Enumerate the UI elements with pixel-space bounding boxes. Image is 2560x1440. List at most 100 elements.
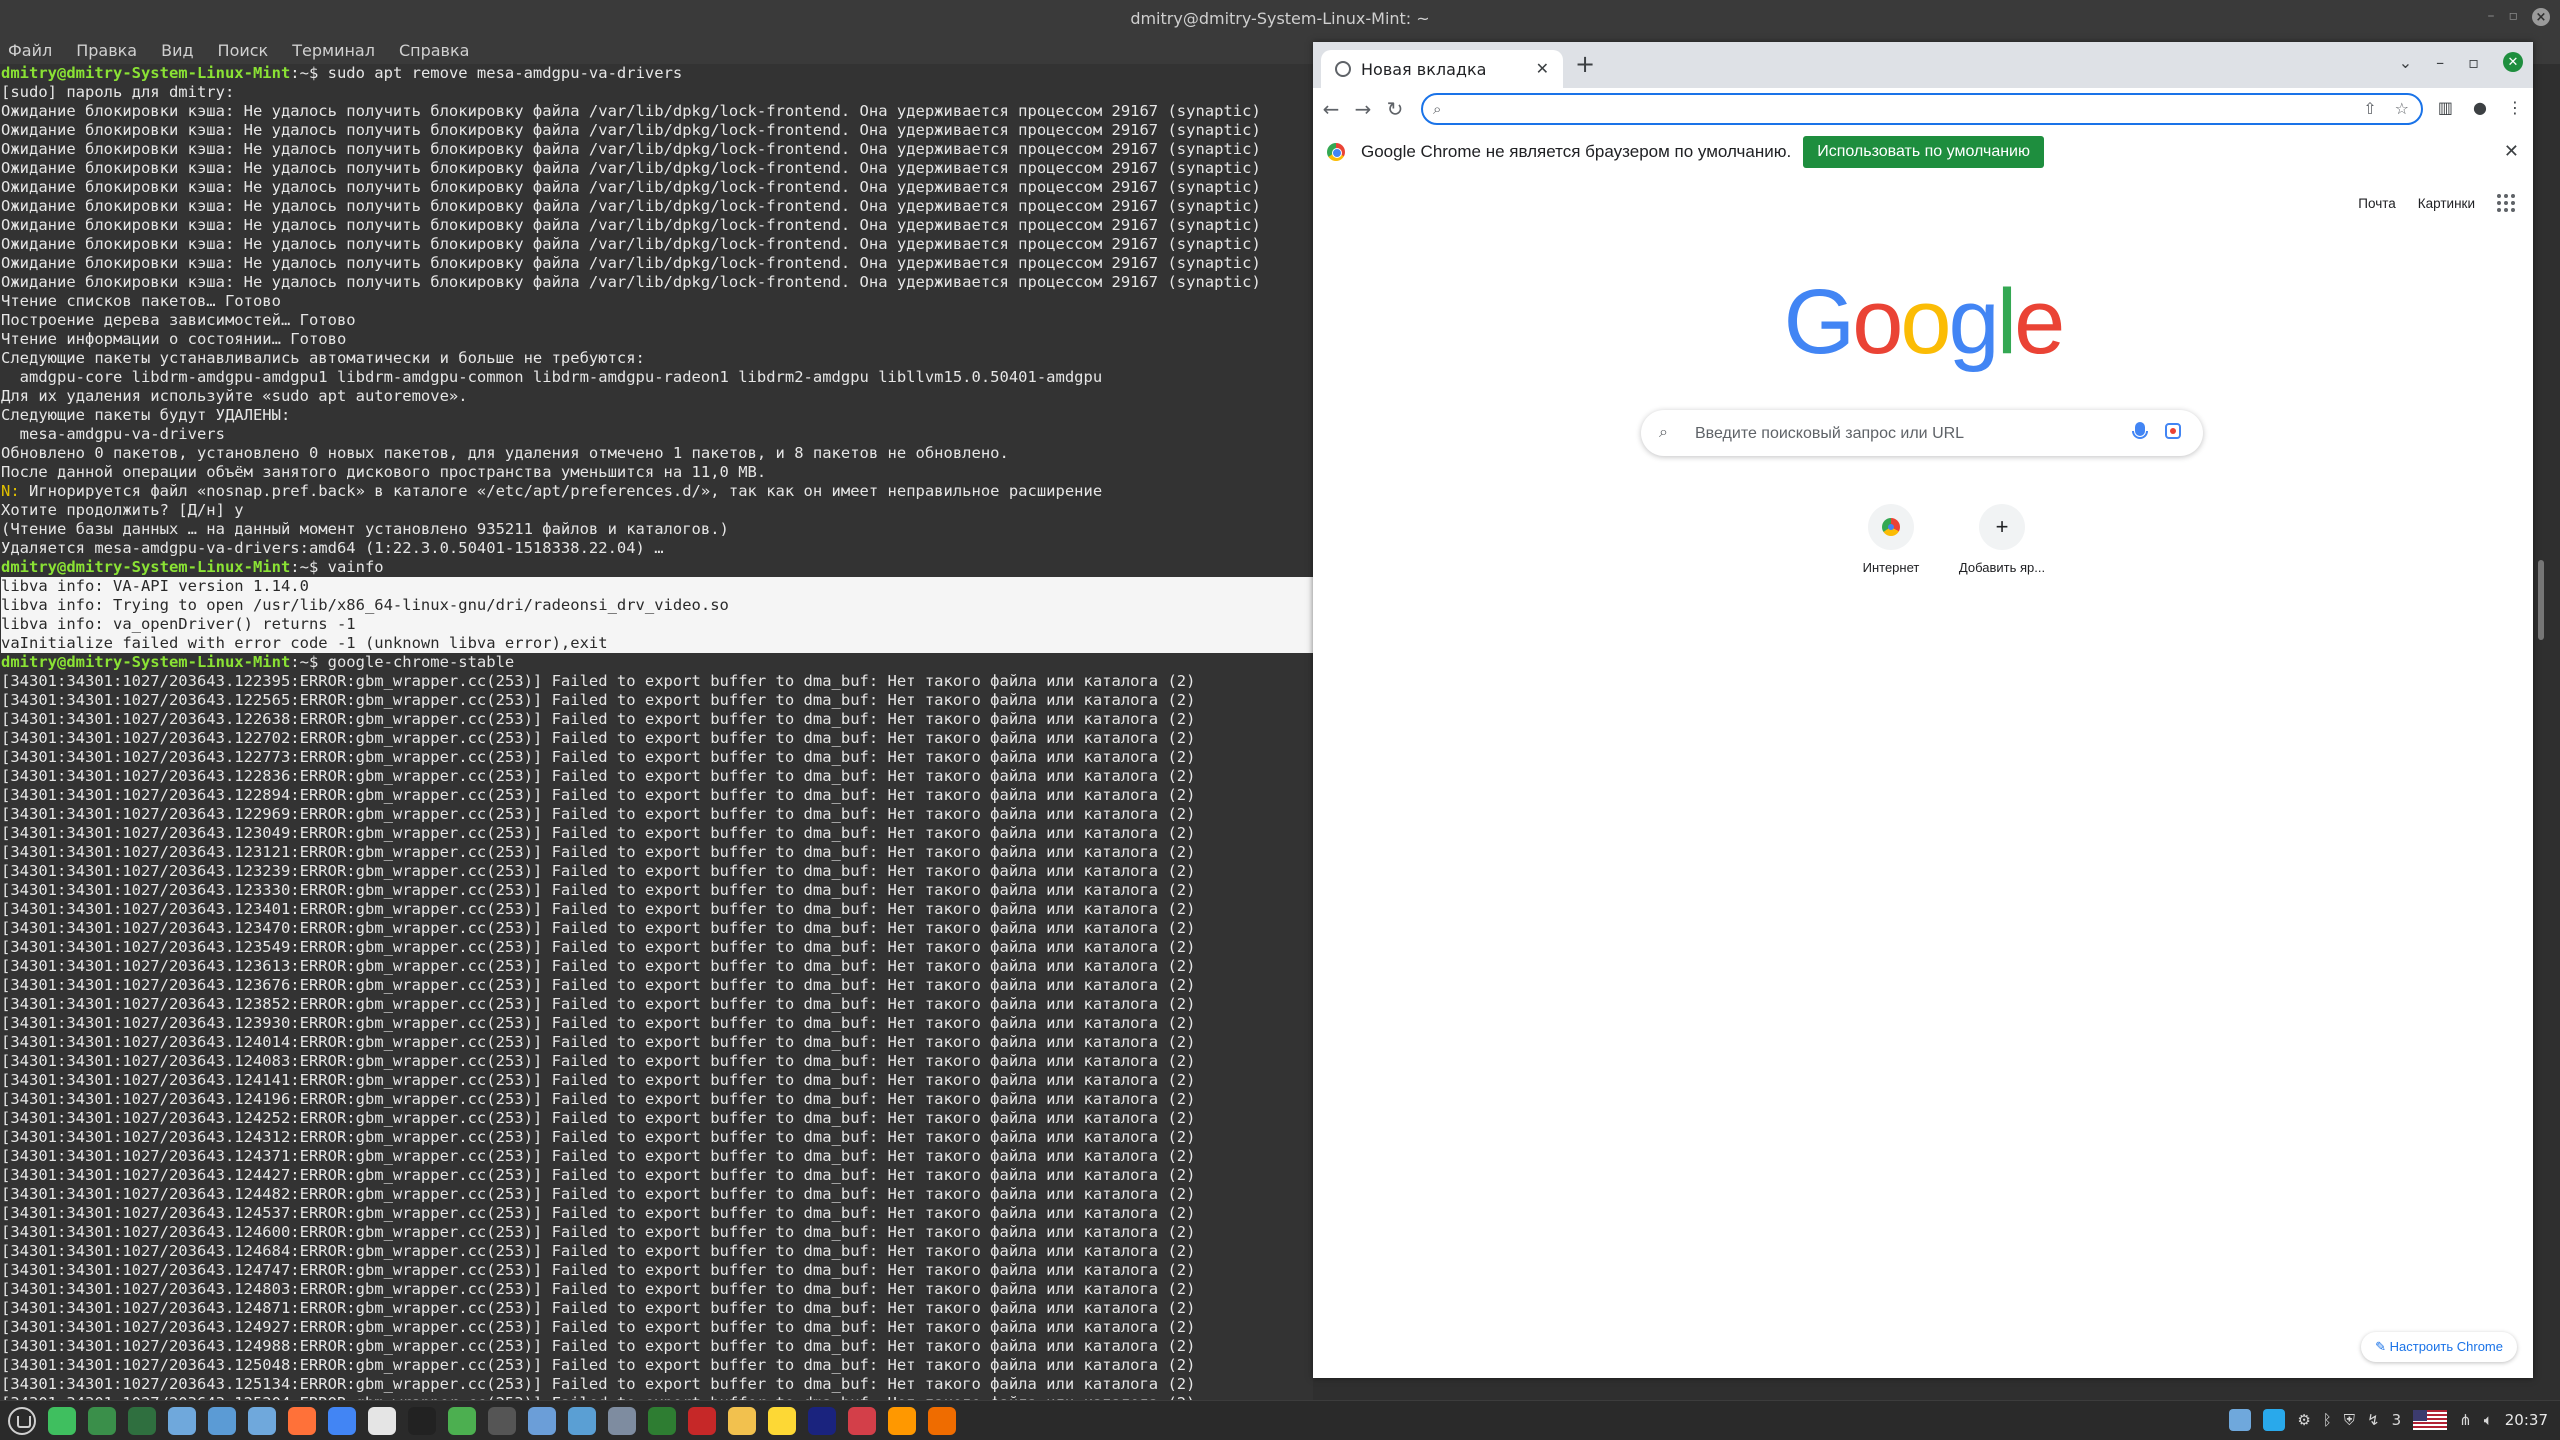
- menu-icon[interactable]: [8, 1407, 36, 1435]
- line-text: Следующие пакеты устанавливались автомат…: [1, 349, 645, 367]
- menu-edit[interactable]: Правка: [76, 41, 137, 60]
- software-icon[interactable]: [568, 1407, 596, 1435]
- terminal-line: [34301:34301:1027/203643.122836:ERROR:gb…: [1, 767, 1313, 786]
- sublime-icon[interactable]: [888, 1407, 916, 1435]
- customize-chrome-button[interactable]: ✎ Настроить Chrome: [2361, 1332, 2517, 1362]
- game-icon[interactable]: [848, 1407, 876, 1435]
- terminal-line: [34301:34301:1027/203643.124371:ERROR:gb…: [1, 1147, 1313, 1166]
- system-monitor-icon[interactable]: [88, 1407, 116, 1435]
- shield-icon[interactable]: ⛨: [2344, 1411, 2355, 1429]
- text-editor-icon[interactable]: [608, 1407, 636, 1435]
- terminal-line: Ожидание блокировки кэша: Не удалось пол…: [1, 140, 1313, 159]
- terminal-prompt-line: dmitry@dmitry-System-Linux-Mint:~$ sudo …: [1, 64, 1313, 83]
- tray-network-indicator-icon[interactable]: ⚙: [2297, 1411, 2310, 1429]
- google-apps-icon[interactable]: [2497, 194, 2515, 212]
- tab-close-icon[interactable]: ✕: [1536, 59, 1549, 78]
- desktop-icon[interactable]: [48, 1407, 76, 1435]
- set-default-button[interactable]: Использовать по умолчанию: [1803, 136, 2044, 168]
- line-text: [34301:34301:1027/203643.123401:ERROR:gb…: [1, 900, 1196, 918]
- images-link[interactable]: Картинки: [2418, 196, 2475, 211]
- screenshot-icon[interactable]: [248, 1407, 276, 1435]
- volume-icon[interactable]: 🔈︎: [2484, 1411, 2493, 1429]
- back-icon[interactable]: ←: [1317, 97, 1345, 121]
- terminal-titlebar[interactable]: dmitry@dmitry-System-Linux-Mint: ~ – ▫ ×: [0, 0, 2560, 36]
- share-icon[interactable]: ⇧: [2363, 99, 2376, 118]
- forward-icon[interactable]: →: [1349, 97, 1377, 121]
- jetbrains-icon[interactable]: [808, 1407, 836, 1435]
- terminal-line: libva info: va_openDriver() returns -1: [1, 615, 1313, 634]
- new-tab-button[interactable]: +: [1575, 52, 1595, 76]
- terminal-line: [34301:34301:1027/203643.124083:ERROR:gb…: [1, 1052, 1313, 1071]
- firefox-icon[interactable]: [288, 1407, 316, 1435]
- line-text: [34301:34301:1027/203643.122773:ERROR:gb…: [1, 748, 1196, 766]
- infobar-close-icon[interactable]: ✕: [2504, 141, 2519, 162]
- maximize-icon[interactable]: ▫: [2468, 53, 2479, 72]
- menu-help[interactable]: Справка: [399, 41, 470, 60]
- line-text: [34301:34301:1027/203643.123676:ERROR:gb…: [1, 976, 1196, 994]
- cherry-icon[interactable]: [688, 1407, 716, 1435]
- terminal-line: [34301:34301:1027/203643.122565:ERROR:gb…: [1, 691, 1313, 710]
- kebab-menu-icon[interactable]: ⋮: [2507, 98, 2523, 117]
- ntp-search-box[interactable]: ⌕: [1641, 410, 2203, 456]
- transmission-icon[interactable]: [728, 1407, 756, 1435]
- profile-icon[interactable]: ●: [2473, 98, 2487, 117]
- keyboard-layout-us-flag-icon[interactable]: [2413, 1410, 2448, 1430]
- reload-icon[interactable]: ↻: [1381, 97, 1409, 121]
- yandex-icon[interactable]: [368, 1407, 396, 1435]
- postgres-icon[interactable]: [168, 1407, 196, 1435]
- mail-icon[interactable]: [528, 1407, 556, 1435]
- player-icon[interactable]: [768, 1407, 796, 1435]
- spreadsheet-icon[interactable]: [648, 1407, 676, 1435]
- network-icon[interactable]: ⋔: [2459, 1411, 2472, 1429]
- terminal-icon[interactable]: [408, 1407, 436, 1435]
- line-text: mesa-amdgpu-va-drivers: [1, 425, 225, 443]
- address-input[interactable]: [1457, 99, 2341, 121]
- lens-search-icon[interactable]: [2165, 423, 2181, 439]
- tab-new-tab[interactable]: Новая вкладка ✕: [1321, 50, 1563, 88]
- terminal-output[interactable]: dmitry@dmitry-System-Linux-Mint:~$ sudo …: [0, 64, 1313, 1400]
- terminal-line: Чтение информации о состоянии… Готово: [1, 330, 1313, 349]
- menu-search[interactable]: Поиск: [218, 41, 269, 60]
- bluetooth-icon[interactable]: ᛒ: [2323, 1411, 2332, 1429]
- tab-search-chevron-icon[interactable]: ⌄: [2399, 53, 2412, 72]
- voice-search-icon[interactable]: [2132, 422, 2148, 439]
- chrome-icon[interactable]: [328, 1407, 356, 1435]
- camera-icon[interactable]: [208, 1407, 236, 1435]
- menu-view[interactable]: Вид: [161, 41, 193, 60]
- terminal-line: [34301:34301:1027/203643.123852:ERROR:gb…: [1, 995, 1313, 1014]
- bookmark-star-icon[interactable]: ☆: [2395, 99, 2409, 118]
- image-viewer-icon[interactable]: [928, 1407, 956, 1435]
- menu-terminal[interactable]: Терминал: [292, 41, 375, 60]
- ntp-search-input[interactable]: [1693, 422, 2117, 446]
- address-bar[interactable]: ⌕ ⇧ ☆: [1421, 93, 2423, 125]
- gmail-link[interactable]: Почта: [2358, 196, 2396, 211]
- calculator-icon[interactable]: [488, 1407, 516, 1435]
- files-icon[interactable]: [448, 1407, 476, 1435]
- shortcut-internet[interactable]: Интернет: [1836, 504, 1946, 575]
- minimize-icon[interactable]: –: [2488, 8, 2495, 26]
- pencil-icon: ✎: [2375, 1339, 2386, 1354]
- update-icon[interactable]: ↯: [2367, 1411, 2380, 1429]
- close-icon[interactable]: ×: [2532, 8, 2550, 26]
- files-tray-icon[interactable]: [2229, 1409, 2252, 1431]
- terminal-line: [34301:34301:1027/203643.124600:ERROR:gb…: [1, 1223, 1313, 1242]
- line-text: [34301:34301:1027/203643.125134:ERROR:gb…: [1, 1375, 1196, 1393]
- menu-file[interactable]: Файл: [8, 41, 52, 60]
- side-panel-icon[interactable]: ▥: [2438, 98, 2453, 117]
- line-text: [34301:34301:1027/203643.123330:ERROR:gb…: [1, 881, 1196, 899]
- terminal-scrollbar[interactable]: [2538, 560, 2544, 640]
- line-text: Для их удаления используйте «sudo apt au…: [1, 387, 468, 405]
- terminal-line: [34301:34301:1027/203643.124427:ERROR:gb…: [1, 1166, 1313, 1185]
- search-icon: ⌕: [1433, 100, 1442, 118]
- shortcut-add[interactable]: + Добавить яр...: [1947, 504, 2057, 575]
- line-text: [34301:34301:1027/203643.125048:ERROR:gb…: [1, 1356, 1196, 1374]
- close-icon[interactable]: ✕: [2503, 52, 2523, 72]
- minimize-icon[interactable]: –: [2436, 53, 2444, 72]
- terminal-line: [34301:34301:1027/203643.123930:ERROR:gb…: [1, 1014, 1313, 1033]
- infobar-message: Google Chrome не является браузером по у…: [1361, 142, 1792, 161]
- clock[interactable]: 20:37: [2505, 1411, 2548, 1429]
- network-icon[interactable]: [128, 1407, 156, 1435]
- maximize-icon[interactable]: ▫: [2509, 8, 2519, 26]
- line-text: Ожидание блокировки кэша: Не удалось пол…: [1, 273, 1261, 291]
- telegram-icon[interactable]: [2263, 1409, 2286, 1431]
